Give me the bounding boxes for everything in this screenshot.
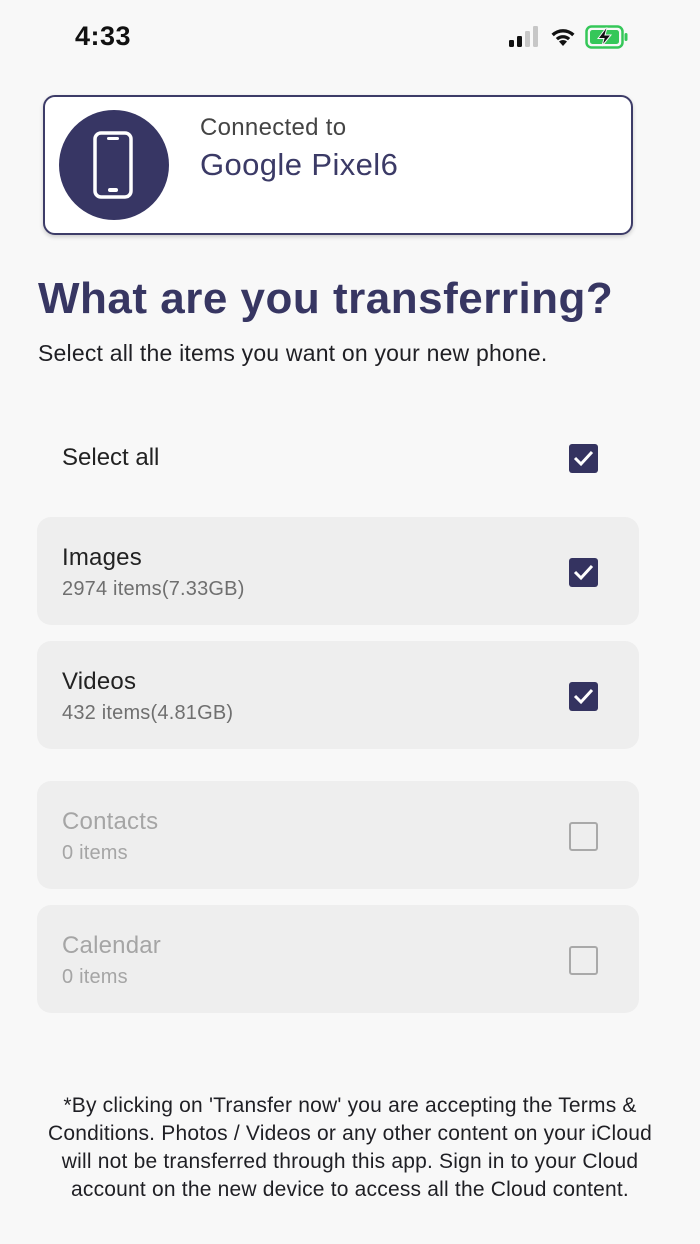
- smartphone-icon: [93, 131, 133, 199]
- item-count: 0 items: [62, 966, 128, 988]
- videos-checkbox[interactable]: [569, 682, 598, 711]
- list-item-contacts: Contacts 0 items: [37, 781, 639, 889]
- cellular-signal-icon: [509, 26, 538, 47]
- connected-device-card: Connected to Google Pixel6: [43, 95, 633, 235]
- item-name: Videos: [62, 668, 137, 695]
- select-all-row[interactable]: Select all: [38, 430, 638, 488]
- checkmark-icon: [573, 564, 594, 581]
- connected-to-label: Connected to: [200, 114, 347, 141]
- page-title: What are you transferring?: [38, 274, 614, 323]
- device-name: Google Pixel6: [200, 147, 399, 182]
- list-item-images[interactable]: Images 2974 items(7.33GB): [37, 517, 639, 625]
- list-item-videos[interactable]: Videos 432 items(4.81GB): [37, 641, 639, 749]
- item-name: Images: [62, 544, 142, 571]
- status-time: 4:33: [75, 21, 132, 51]
- status-bar: 4:33: [0, 0, 700, 76]
- select-all-checkbox[interactable]: [569, 444, 598, 473]
- device-avatar: [59, 110, 169, 220]
- terms-disclaimer: *By clicking on 'Transfer now' you are a…: [47, 1094, 653, 1201]
- item-count: 432 items(4.81GB): [62, 702, 234, 724]
- list-item-calendar: Calendar 0 items: [37, 905, 639, 1013]
- images-checkbox[interactable]: [569, 558, 598, 587]
- contacts-checkbox: [569, 822, 598, 851]
- item-name: Calendar: [62, 932, 161, 959]
- checkmark-icon: [573, 688, 594, 705]
- item-count: 0 items: [62, 842, 128, 864]
- transfer-selection-screen: 4:33 Connected to Google Pixel6 What are…: [0, 0, 700, 1244]
- wifi-icon: [551, 29, 575, 46]
- battery-charging-icon: [585, 25, 628, 49]
- page-subtitle: Select all the items you want on your ne…: [38, 340, 548, 366]
- checkmark-icon: [573, 450, 594, 467]
- item-count: 2974 items(7.33GB): [62, 578, 245, 600]
- calendar-checkbox: [569, 946, 598, 975]
- item-name: Contacts: [62, 808, 159, 835]
- select-all-label: Select all: [62, 444, 160, 471]
